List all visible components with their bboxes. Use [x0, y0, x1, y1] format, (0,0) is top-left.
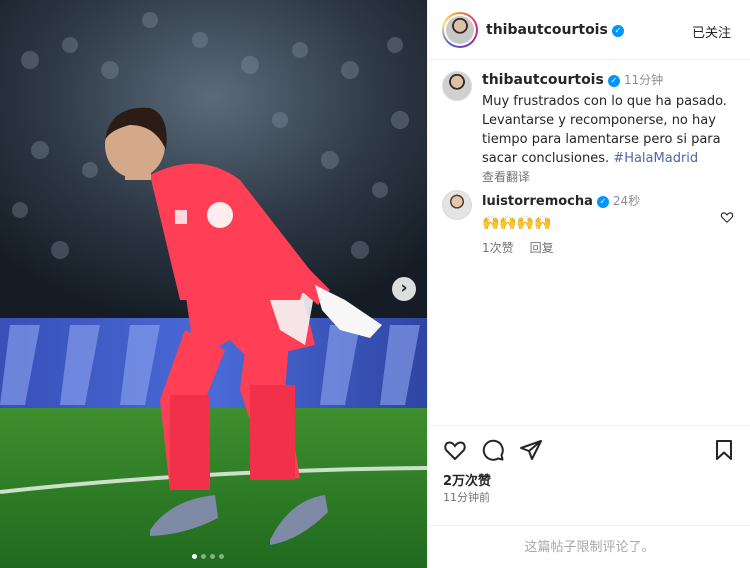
post-timestamp: 11分钟前	[443, 491, 490, 504]
commenter-avatar[interactable]	[442, 190, 472, 220]
comments-limited-notice: 这篇帖子限制评论了。	[428, 525, 750, 568]
author-avatar[interactable]	[442, 12, 478, 48]
comment-heart-icon[interactable]	[720, 210, 734, 224]
carousel-dots	[192, 554, 224, 560]
caption-author-avatar[interactable]	[442, 71, 472, 101]
following-button[interactable]: 已关注	[692, 22, 731, 41]
carousel-next-button[interactable]: ›	[392, 277, 416, 301]
comment-reply-button[interactable]: 回复	[530, 239, 554, 256]
share-icon[interactable]	[519, 438, 543, 462]
comment-icon[interactable]	[481, 438, 505, 462]
comment-likes-count[interactable]: 1次赞	[482, 239, 514, 256]
carousel-dot	[210, 554, 215, 559]
carousel-dot	[201, 554, 206, 559]
goalkeeper-photo	[0, 0, 427, 568]
verified-badge-icon: ✓	[611, 25, 624, 37]
post-action-bar: 2万次赞 11分钟前	[428, 425, 750, 525]
verified-badge-icon: ✓	[596, 196, 609, 208]
post-photo[interactable]: ›	[0, 0, 427, 568]
hashtag-link[interactable]: #HalaMadrid	[613, 151, 698, 166]
comment-time: 24秒	[612, 194, 641, 208]
post-header: thibautcourtois ✓ 已关注	[428, 0, 750, 60]
carousel-dot	[192, 554, 197, 559]
likes-count[interactable]: 2万次赞	[443, 470, 491, 489]
heart-icon[interactable]	[443, 438, 467, 462]
caption-time: 11分钟	[623, 73, 664, 87]
caption-text: Muy frustrados con lo que ha pasado. Lev…	[482, 94, 727, 166]
caption-author-username[interactable]: thibautcourtois	[482, 72, 604, 88]
comment-text: 🙌🙌🙌🙌	[482, 215, 552, 231]
carousel-dot	[219, 554, 224, 559]
post-details-panel: thibautcourtois ✓ 已关注 thibautcourtois ✓ 11分…	[427, 0, 750, 568]
see-translation-link[interactable]: 查看翻译	[482, 168, 742, 185]
bookmark-icon[interactable]	[712, 438, 736, 462]
author-username[interactable]: thibautcourtois ✓	[486, 22, 624, 38]
commenter-username[interactable]: luistorremocha	[482, 194, 593, 209]
verified-badge-icon: ✓	[607, 75, 620, 87]
